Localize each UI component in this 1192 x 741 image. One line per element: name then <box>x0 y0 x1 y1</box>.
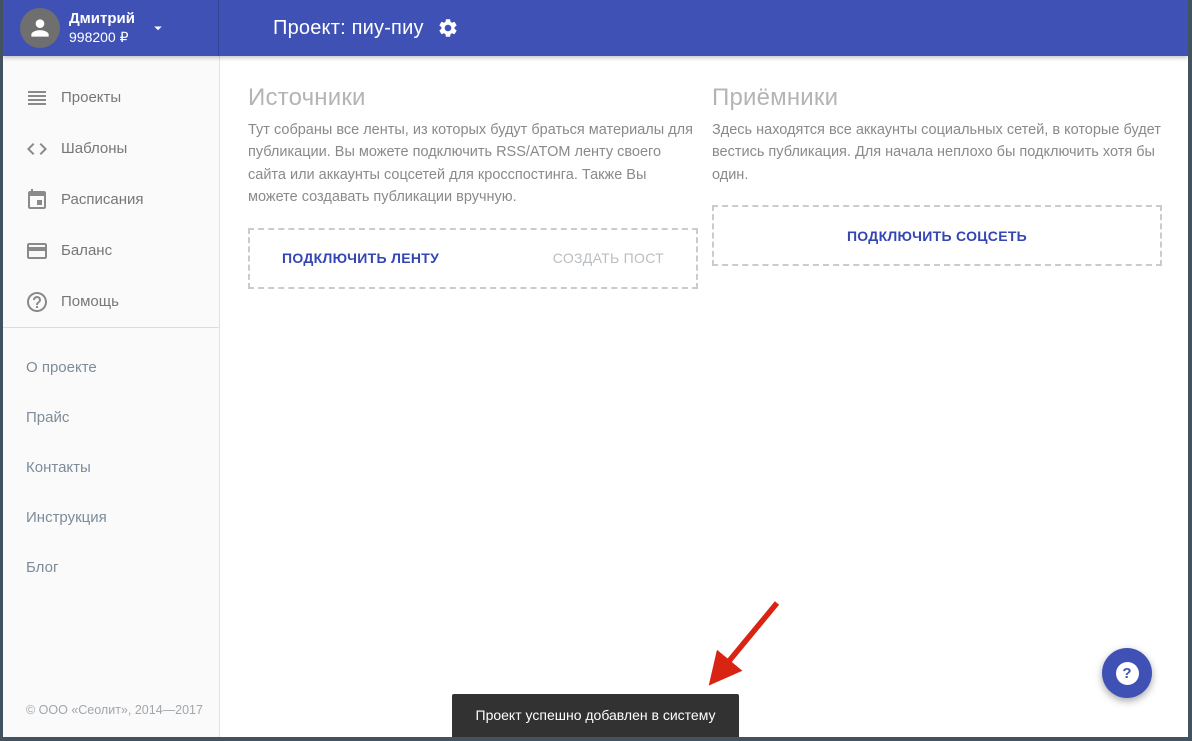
app-window: Дмитрий 998200 ₽ Проект: пиу-пиу Проекты <box>0 0 1192 741</box>
user-panel[interactable]: Дмитрий 998200 ₽ <box>3 0 219 56</box>
sidebar-item-label: Помощь <box>61 293 119 310</box>
receivers-title: Приёмники <box>712 84 1162 112</box>
question-mark-icon: ? <box>1116 662 1139 685</box>
calendar-event-icon <box>25 188 49 212</box>
sidebar-link-contacts[interactable]: Контакты <box>3 442 219 492</box>
sidebar-item-templates[interactable]: Шаблоны <box>3 123 219 174</box>
sidebar-item-label: Шаблоны <box>61 140 127 157</box>
header-title-bar: Проект: пиу-пиу <box>219 0 1188 56</box>
sources-description: Тут собраны все ленты, из которых будут … <box>248 119 698 209</box>
sidebar-item-help[interactable]: Помощь <box>3 276 219 327</box>
main-content: Источники Тут собраны все ленты, из кото… <box>220 56 1188 737</box>
connect-feed-button[interactable]: ПОДКЛЮЧИТЬ ЛЕНТУ <box>282 250 439 266</box>
sidebar-item-balance[interactable]: Баланс <box>3 225 219 276</box>
sidebar-item-projects[interactable]: Проекты <box>3 72 219 123</box>
code-brackets-icon <box>25 137 49 161</box>
sidebar-link-manual[interactable]: Инструкция <box>3 492 219 542</box>
sources-section: Источники Тут собраны все ленты, из кото… <box>248 84 698 737</box>
settings-gear-icon[interactable] <box>437 17 459 39</box>
sidebar-links: О проекте Прайс Контакты Инструкция Блог <box>3 328 219 592</box>
chevron-down-icon[interactable] <box>149 19 167 37</box>
sidebar-menu: Проекты Шаблоны Расписания <box>3 56 219 327</box>
project-title: Проект: пиу-пиу <box>273 17 424 40</box>
user-balance: 998200 ₽ <box>69 29 135 47</box>
sidebar-link-pricing[interactable]: Прайс <box>3 392 219 442</box>
sources-title: Источники <box>248 84 698 112</box>
copyright-text: © ООО «Сеолит», 2014—2017 <box>3 703 219 737</box>
user-avatar[interactable] <box>20 8 60 48</box>
toast-message: Проект успешно добавлен в систему <box>476 707 716 723</box>
help-circle-icon <box>25 290 49 314</box>
list-lines-icon <box>25 86 49 110</box>
receivers-actions-box: ПОДКЛЮЧИТЬ СОЦСЕТЬ <box>712 205 1162 266</box>
sidebar-item-label: Баланс <box>61 242 112 259</box>
app-header: Дмитрий 998200 ₽ Проект: пиу-пиу <box>3 0 1188 56</box>
help-fab-button[interactable]: ? <box>1102 648 1152 698</box>
credit-card-icon <box>25 239 49 263</box>
sidebar-link-blog[interactable]: Блог <box>3 542 219 592</box>
toast-notification: Проект успешно добавлен в систему <box>452 694 740 737</box>
sidebar-item-label: Проекты <box>61 89 121 106</box>
user-meta: Дмитрий 998200 ₽ <box>69 10 135 46</box>
sidebar-item-label: Расписания <box>61 191 143 208</box>
person-icon <box>27 15 53 41</box>
sources-actions-box: ПОДКЛЮЧИТЬ ЛЕНТУ СОЗДАТЬ ПОСТ <box>248 228 698 289</box>
user-name: Дмитрий <box>69 10 135 29</box>
receivers-description: Здесь находятся все аккаунты социальных … <box>712 119 1162 186</box>
create-post-button[interactable]: СОЗДАТЬ ПОСТ <box>553 250 664 266</box>
receivers-section: Приёмники Здесь находятся все аккаунты с… <box>712 84 1162 737</box>
sidebar-link-about[interactable]: О проекте <box>3 342 219 392</box>
sidebar: Проекты Шаблоны Расписания <box>3 56 220 737</box>
connect-social-button[interactable]: ПОДКЛЮЧИТЬ СОЦСЕТЬ <box>847 228 1027 244</box>
sidebar-item-schedules[interactable]: Расписания <box>3 174 219 225</box>
